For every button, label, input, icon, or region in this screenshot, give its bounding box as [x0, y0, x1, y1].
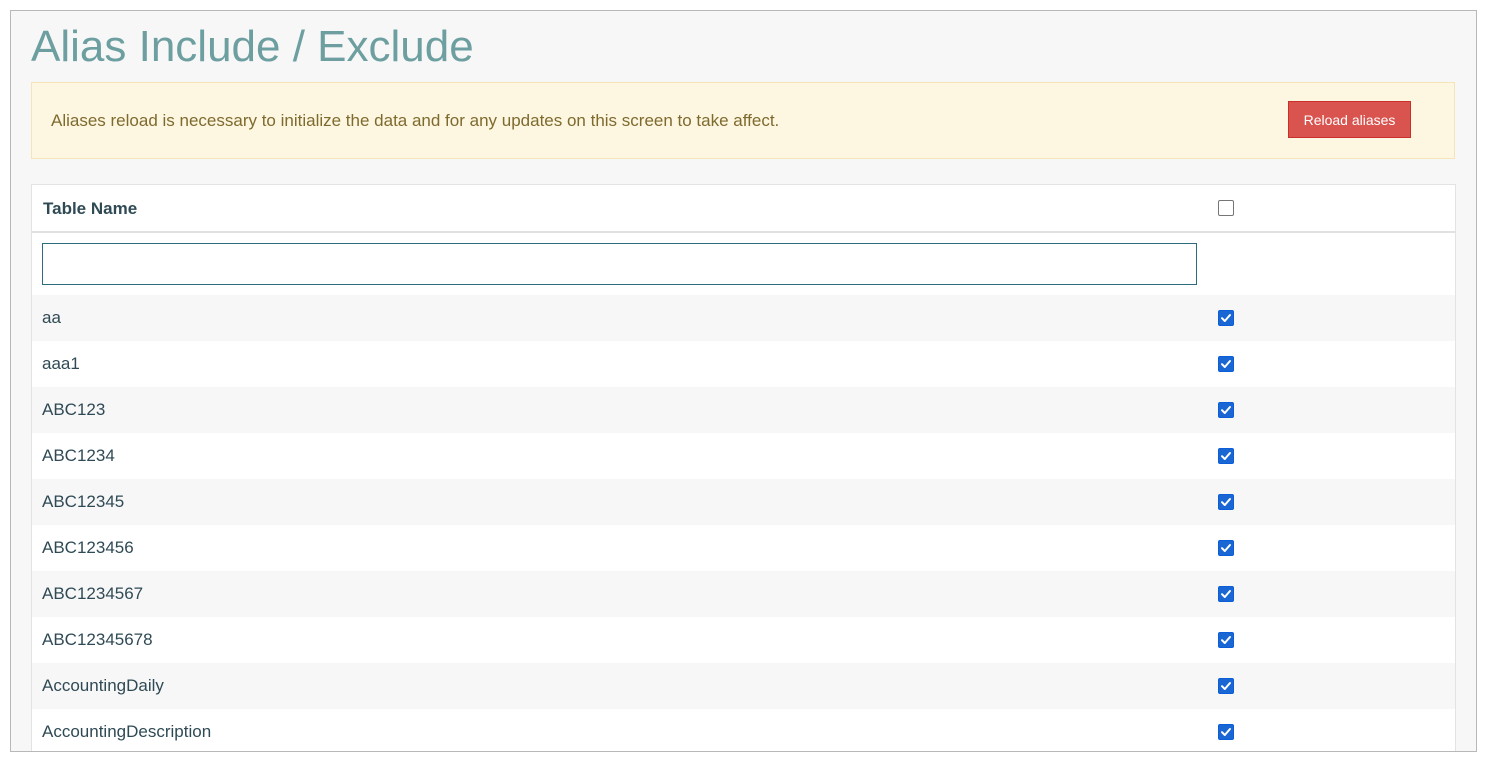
column-header-table-name: Table Name	[43, 199, 138, 218]
table-name-filter-input[interactable]	[42, 243, 1197, 285]
include-checkbox[interactable]	[1218, 356, 1234, 372]
include-checkbox[interactable]	[1218, 632, 1234, 648]
checkmark-icon	[1221, 314, 1231, 322]
include-checkbox[interactable]	[1218, 494, 1234, 510]
table-name-cell: ABC1234567	[42, 584, 144, 603]
include-checkbox[interactable]	[1218, 448, 1234, 464]
table-body: aa aaa1 ABC123 ABC1234 ABC12345 ABC123456 ABC1…	[32, 295, 1455, 751]
checkmark-icon	[1221, 636, 1231, 644]
checkmark-icon	[1221, 406, 1231, 414]
alias-table: Table Name aa aaa1 ABC123 ABC1234 ABC12345 AB…	[31, 184, 1456, 751]
table-name-cell: aa	[42, 308, 61, 327]
checkmark-icon	[1221, 682, 1231, 690]
main-panel: Alias Include / Exclude Aliases reload i…	[10, 10, 1477, 752]
table-name-cell: ABC1234	[42, 446, 115, 465]
table-row: ABC123456	[32, 525, 1455, 571]
filter-row	[32, 233, 1455, 295]
table-name-cell: ABC12345	[42, 492, 125, 511]
table-row: ABC12345678	[32, 617, 1455, 663]
include-checkbox[interactable]	[1218, 402, 1234, 418]
table-name-cell: ABC123	[42, 400, 106, 419]
checkmark-icon	[1221, 360, 1231, 368]
checkmark-icon	[1221, 590, 1231, 598]
table-name-cell: aaa1	[42, 354, 80, 373]
include-checkbox[interactable]	[1218, 586, 1234, 602]
checkmark-icon	[1221, 728, 1231, 736]
table-row: aa	[32, 295, 1455, 341]
checkmark-icon	[1221, 544, 1231, 552]
table-name-cell: ABC12345678	[42, 630, 153, 649]
reload-alert: Aliases reload is necessary to initializ…	[31, 82, 1455, 159]
table-name-cell: AccountingDescription	[42, 722, 212, 741]
include-checkbox[interactable]	[1218, 540, 1234, 556]
table-header: Table Name	[32, 185, 1455, 233]
checkmark-icon	[1221, 452, 1231, 460]
table-name-cell: AccountingDaily	[42, 676, 164, 695]
table-row: ABC123	[32, 387, 1455, 433]
reload-aliases-button[interactable]: Reload aliases	[1288, 101, 1411, 138]
checkmark-icon	[1221, 498, 1231, 506]
include-checkbox[interactable]	[1218, 724, 1234, 740]
include-checkbox[interactable]	[1218, 310, 1234, 326]
select-all-checkbox[interactable]	[1218, 200, 1234, 216]
table-row: AccountingDaily	[32, 663, 1455, 709]
table-row: ABC1234	[32, 433, 1455, 479]
table-row: ABC12345	[32, 479, 1455, 525]
include-checkbox[interactable]	[1218, 678, 1234, 694]
table-row: aaa1	[32, 341, 1455, 387]
table-name-cell: ABC123456	[42, 538, 134, 557]
alert-message: Aliases reload is necessary to initializ…	[51, 111, 780, 130]
page-title: Alias Include / Exclude	[31, 22, 474, 71]
table-row: ABC1234567	[32, 571, 1455, 617]
table-row: AccountingDescription	[32, 709, 1455, 751]
